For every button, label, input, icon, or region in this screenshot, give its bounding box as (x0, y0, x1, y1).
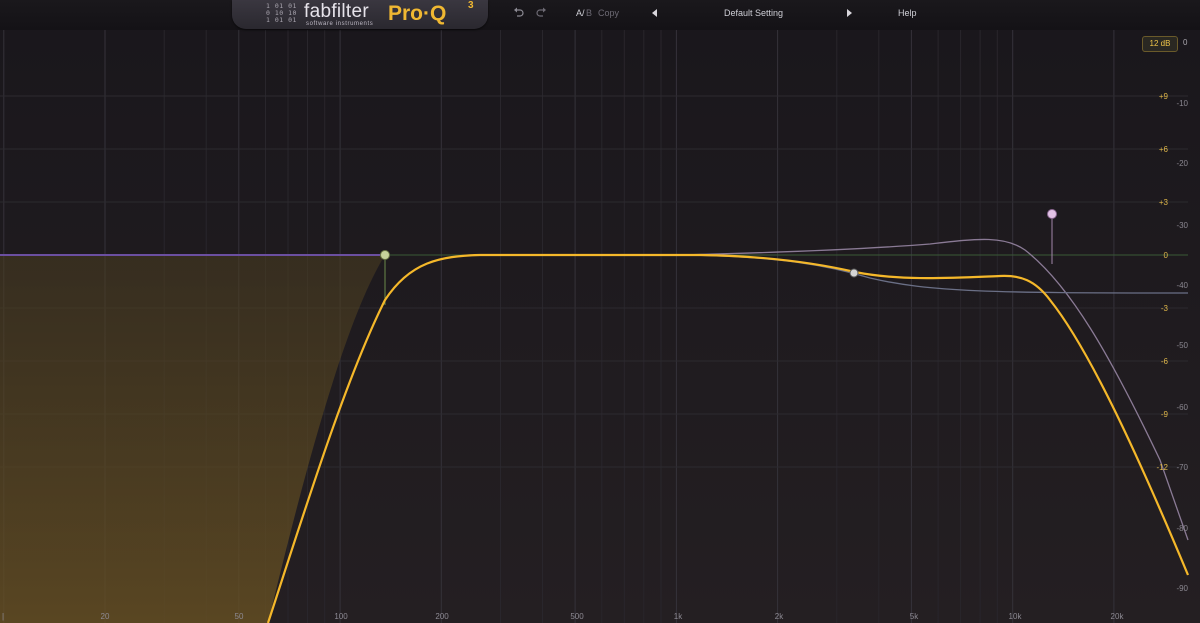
logo-mark-icon: 1 01 01 0 10 10 1 01 01 (266, 2, 297, 24)
product-name: Pro·Q (388, 2, 447, 25)
gain-label: 0 (1163, 251, 1168, 260)
spectrum-label: -30 (1176, 221, 1188, 230)
triangle-right-icon[interactable] (846, 9, 852, 19)
gain-label: -9 (1160, 410, 1168, 419)
spectrum-zero-label: 0 (1183, 38, 1188, 47)
freq-label: 500 (570, 612, 584, 621)
spectrum-label: -90 (1176, 584, 1188, 593)
freq-label: 10k (1008, 612, 1022, 621)
fabfilter-logo: 1 01 01 0 10 10 1 01 01 fabfilter softwa… (232, 0, 488, 29)
freq-label: 5k (909, 612, 919, 621)
preset-name[interactable]: Default Setting (724, 8, 783, 18)
triangle-left-icon[interactable] (652, 9, 658, 19)
spectrum-label: -60 (1176, 403, 1188, 412)
ab-a-button[interactable]: A/ (576, 8, 585, 18)
undo-icon[interactable] (513, 7, 524, 19)
brand-subtitle: software instruments (306, 21, 374, 27)
freq-label: 1k (673, 612, 683, 621)
range-selector[interactable]: 12 dB (1142, 36, 1178, 52)
spectrum-label: -80 (1176, 524, 1188, 533)
gain-label: +6 (1158, 145, 1168, 154)
freq-label: 200 (435, 612, 449, 621)
freq-label: 50 (234, 612, 244, 621)
spectrum-label: -50 (1176, 341, 1188, 350)
gain-label: -3 (1160, 304, 1168, 313)
freq-label: 2k (774, 612, 784, 621)
gain-label: -6 (1160, 357, 1168, 366)
freq-label: 100 (334, 612, 348, 621)
spectrum-label: -40 (1176, 281, 1188, 290)
spectrum-label: -20 (1176, 159, 1188, 168)
spectrum-label: -70 (1176, 463, 1188, 472)
band-1-node[interactable] (380, 250, 390, 260)
gain-label: +3 (1158, 198, 1168, 207)
freq-label: 20k (1110, 612, 1124, 621)
redo-icon[interactable] (536, 7, 547, 19)
help-button[interactable]: Help (898, 8, 917, 18)
eq-display[interactable] (0, 0, 1200, 623)
toolbar: 1 01 01 0 10 10 1 01 01 fabfilter softwa… (0, 0, 1200, 30)
band-2-node[interactable] (849, 268, 859, 278)
copy-button[interactable]: Copy (598, 8, 619, 18)
ab-b-button[interactable]: B (586, 8, 592, 18)
freq-label: 20 (100, 612, 110, 621)
product-version: 3 (468, 0, 474, 11)
band-3-node[interactable] (1047, 209, 1057, 219)
brand-name: fabfilter (304, 1, 370, 22)
freq-edge-label: | (1, 612, 5, 621)
spectrum-label: -10 (1176, 99, 1188, 108)
gain-label: +9 (1158, 92, 1168, 101)
gain-label: -12 (1156, 463, 1168, 472)
